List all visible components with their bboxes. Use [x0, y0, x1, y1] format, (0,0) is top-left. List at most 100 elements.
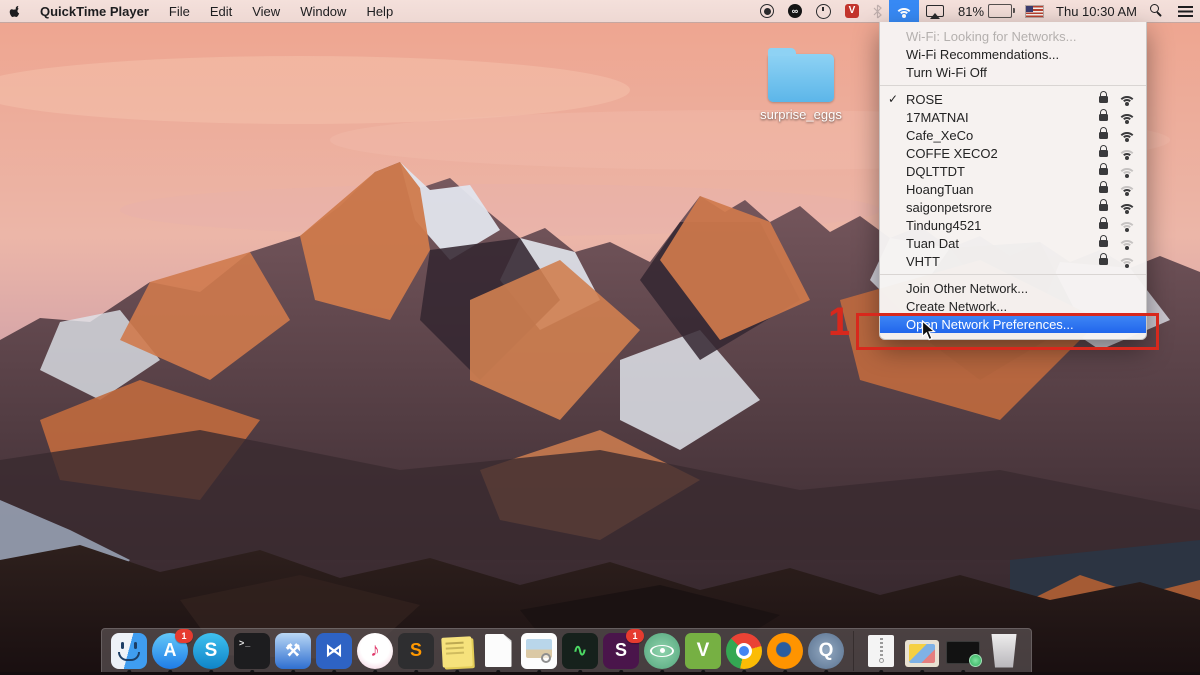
xcode-icon: ⚒ [275, 633, 311, 669]
dock-item-shared-screen[interactable] [945, 632, 981, 670]
menu-view[interactable]: View [242, 0, 290, 22]
checkmark-icon: ✓ [880, 92, 906, 106]
apple-menu[interactable] [0, 0, 30, 22]
app-store-badge: 1 [175, 629, 193, 643]
lock-icon [1099, 132, 1108, 139]
dock-item-slack[interactable]: S1 [603, 632, 639, 670]
timer-icon [816, 4, 831, 19]
menu-separator [880, 85, 1146, 86]
wifi-menu-extra[interactable] [889, 0, 919, 22]
dock-item-trash[interactable] [986, 632, 1022, 670]
mouse-cursor [921, 320, 936, 346]
wifi-dropdown-menu: Wi-Fi: Looking for Networks... Wi-Fi Rec… [879, 22, 1147, 340]
desktop-folder-surprise-eggs[interactable]: surprise_eggs [756, 54, 846, 122]
wifi-network-item[interactable]: HoangTuan [880, 180, 1146, 198]
lock-icon [1099, 114, 1108, 121]
dock-item-chrome[interactable] [726, 632, 762, 670]
wifi-signal-icon [1118, 219, 1136, 232]
wifi-network-item[interactable]: COFFE XECO2 [880, 144, 1146, 162]
lock-icon [1099, 240, 1108, 247]
menu-edit[interactable]: Edit [200, 0, 242, 22]
wifi-network-item[interactable]: Tindung4521 [880, 216, 1146, 234]
itunes-icon: ♪ [357, 633, 393, 669]
turn-wifi-off-item[interactable]: Turn Wi-Fi Off [880, 63, 1146, 81]
wifi-signal-icon [1118, 147, 1136, 160]
lock-icon [1099, 168, 1108, 175]
chrome-icon [726, 633, 762, 669]
dock-item-activity-monitor[interactable]: ∿ [562, 632, 598, 670]
dock-item-atom[interactable] [644, 632, 680, 670]
dock-item-downloads[interactable] [904, 632, 940, 670]
dock-item-zip-document[interactable] [863, 632, 899, 670]
wifi-network-item[interactable]: Cafe_XeCo [880, 126, 1146, 144]
visual-studio-icon: ⋈ [316, 633, 352, 669]
folder-icon [768, 54, 834, 102]
apple-logo-icon [9, 4, 22, 19]
activity-monitor-icon: ∿ [562, 633, 598, 669]
wifi-recommendations-item[interactable]: Wi-Fi Recommendations... [880, 45, 1146, 63]
bluetooth-status[interactable] [866, 0, 889, 22]
record-icon [760, 4, 774, 18]
lock-icon [1099, 258, 1108, 265]
dock-item-itunes[interactable]: ♪ [357, 632, 393, 670]
dock-item-terminal[interactable]: >_ [234, 632, 270, 670]
timer-status[interactable] [809, 0, 838, 22]
dock-item-stickies[interactable] [439, 632, 475, 670]
v-app-status[interactable] [838, 0, 866, 22]
dock-separator [853, 631, 854, 671]
notification-center-button[interactable] [1171, 0, 1200, 22]
dock-item-textedit[interactable] [480, 632, 516, 670]
battery-icon [988, 4, 1012, 18]
wifi-signal-icon [1118, 237, 1136, 250]
wifi-signal-icon [1118, 255, 1136, 268]
menu-bar: QuickTime Player File Edit View Window H… [0, 0, 1200, 23]
menu-help[interactable]: Help [356, 0, 403, 22]
app-store-icon: A1 [152, 633, 188, 669]
wifi-network-item[interactable]: VHTT [880, 252, 1146, 270]
spotlight-icon [1150, 4, 1164, 18]
dock-item-preview[interactable] [521, 632, 557, 670]
quicktime-icon: Q [808, 633, 844, 669]
record-status-icon[interactable] [753, 0, 781, 22]
wifi-network-item[interactable]: DQLTTDT [880, 162, 1146, 180]
dock-item-skype[interactable]: S [193, 632, 229, 670]
wifi-network-item[interactable]: ✓ ROSE [880, 90, 1146, 108]
dock-item-visual-studio[interactable]: ⋈ [316, 632, 352, 670]
finder-icon [111, 633, 147, 669]
folder-label: surprise_eggs [756, 107, 846, 122]
creative-cloud-status[interactable] [781, 0, 809, 22]
atom-icon [644, 633, 680, 669]
downloads-folder-icon [905, 640, 939, 667]
wifi-icon [895, 5, 913, 18]
menubar-clock[interactable]: Thu 10:30 AM [1050, 0, 1143, 22]
dock-item-vysor[interactable]: V [685, 632, 721, 670]
terminal-icon: >_ [234, 633, 270, 669]
menu-window[interactable]: Window [290, 0, 356, 22]
dock-item-firefox[interactable] [767, 632, 803, 670]
dock-item-xcode[interactable]: ⚒ [275, 632, 311, 670]
menubar-app-name[interactable]: QuickTime Player [30, 0, 159, 22]
join-other-network-item[interactable]: Join Other Network... [880, 279, 1146, 297]
spotlight-button[interactable] [1143, 0, 1171, 22]
dock-item-finder[interactable] [111, 632, 147, 670]
sublime-text-icon: S [398, 633, 434, 669]
slack-badge: 1 [626, 629, 644, 643]
vysor-icon: V [685, 633, 721, 669]
battery-percent-label: 81% [958, 4, 984, 19]
airplay-status[interactable] [919, 0, 951, 22]
stickies-icon [441, 636, 473, 668]
wifi-network-item[interactable]: 17MATNAI [880, 108, 1146, 126]
menu-file[interactable]: File [159, 0, 200, 22]
wifi-signal-icon [1118, 183, 1136, 196]
dock-item-app-store[interactable]: A1 [152, 632, 188, 670]
slack-icon: S1 [603, 633, 639, 669]
dock-item-sublime-text[interactable]: S [398, 632, 434, 670]
battery-status[interactable]: 81% [951, 0, 1019, 22]
dock-item-quicktime[interactable]: Q [808, 632, 844, 670]
wifi-network-item[interactable]: saigonpetsrore [880, 198, 1146, 216]
wifi-signal-icon [1118, 129, 1136, 142]
bluetooth-icon [873, 4, 882, 19]
wifi-network-item[interactable]: Tuan Dat [880, 234, 1146, 252]
notification-center-icon [1178, 6, 1193, 17]
input-language-status[interactable] [1019, 0, 1050, 22]
